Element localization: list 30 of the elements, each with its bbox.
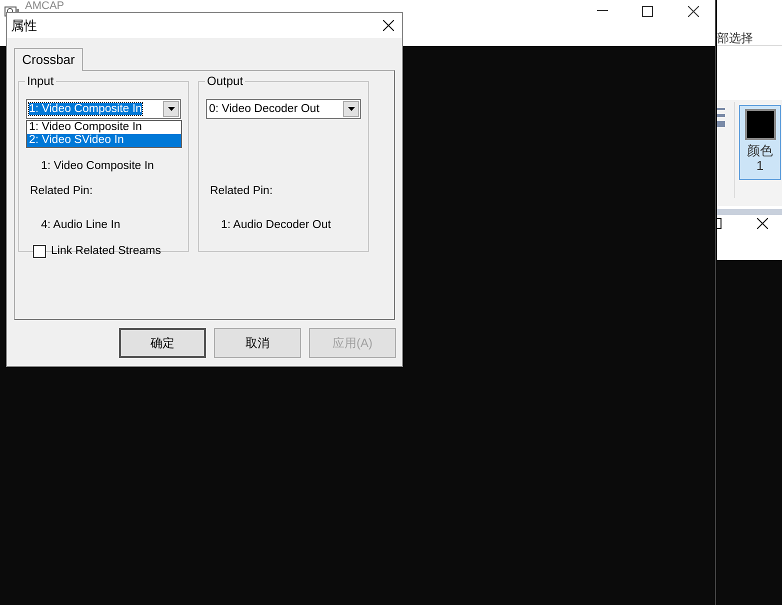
checkbox-label: Link Related Streams: [51, 244, 161, 258]
group-label: Output: [205, 74, 246, 88]
dialog-button[interactable]: 取消: [214, 328, 301, 358]
dropdown-field[interactable]: 0: Video Decoder Out: [206, 99, 361, 119]
dropdown-option[interactable]: 1: Video Composite In: [27, 121, 181, 134]
related-pin: 1: Audio Decoder Out: [221, 219, 331, 231]
ribbon-tab[interactable]: 部选择: [717, 31, 753, 45]
close-icon[interactable]: [688, 6, 699, 17]
minimize-icon[interactable]: [597, 10, 608, 12]
related-pin-label: Related Pin:: [30, 185, 93, 197]
current-pin: 1: Video Composite In: [41, 160, 154, 172]
checkbox[interactable]: [33, 244, 46, 258]
maximize-icon[interactable]: [717, 218, 722, 229]
dialog-title: 属性: [11, 18, 37, 34]
color-button[interactable]: 颜色 1: [739, 105, 781, 180]
color-swatch: [744, 109, 776, 140]
dropdown-field[interactable]: 1: Video Composite In: [26, 99, 181, 119]
window-title: AMCAP: [25, 0, 64, 12]
dialog-button[interactable]: 确定: [119, 328, 206, 358]
dropdown-arrow-icon: [348, 107, 354, 111]
close-icon[interactable]: [383, 20, 394, 31]
related-pin: 4: Audio Line In: [41, 219, 120, 231]
dropdown-option[interactable]: 2: Video SVideo In: [27, 134, 181, 147]
close-icon[interactable]: [757, 218, 768, 229]
dropdown-arrow-icon: [168, 107, 174, 111]
group-label: Input: [25, 74, 56, 88]
lines-icon: [717, 108, 725, 128]
maximize-icon[interactable]: [642, 6, 653, 17]
tab[interactable]: Crossbar: [14, 48, 83, 71]
related-pin-label: Related Pin:: [210, 185, 273, 197]
